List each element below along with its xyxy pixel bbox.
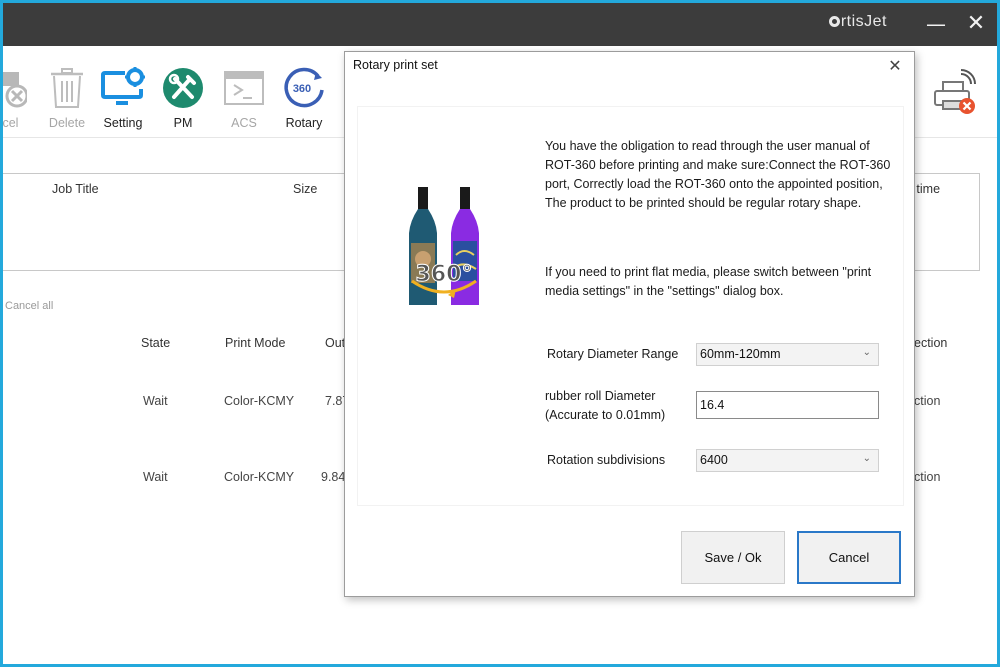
toolbar-cancel-label: ncel (3, 116, 19, 130)
rotary-print-set-dialog: Rotary print set ✕ 360° You have the obl… (344, 51, 915, 597)
toolbar-acs-button[interactable]: ACS (212, 64, 276, 130)
row-output: 9.84 (321, 470, 346, 484)
trash-icon (51, 68, 83, 108)
toolbar-pm-button[interactable]: PM (151, 64, 215, 130)
cancel-all-link[interactable]: Cancel all (5, 300, 53, 312)
dialog-close-button[interactable]: ✕ (884, 55, 906, 77)
toolbar-rotary-button[interactable]: 360 Rotary (272, 64, 336, 130)
hammer-wrench-icon (163, 68, 203, 108)
chevron-down-icon: ⌄ (862, 347, 871, 358)
column-output: Out (325, 336, 346, 350)
rubber-roll-label-line1: rubber roll Diameter (545, 389, 656, 403)
diameter-range-label: Rotary Diameter Range (547, 347, 679, 361)
column-direction: ection (914, 336, 948, 350)
row-direction: ction (914, 394, 941, 408)
diameter-range-select[interactable]: 60mm-120mm ⌄ (696, 343, 879, 366)
row-state: Wait (143, 394, 168, 408)
brand-text: rtisJet (840, 13, 887, 30)
rotation-subdivisions-select[interactable]: 6400 ⌄ (696, 449, 879, 472)
dialog-title: Rotary print set (353, 58, 438, 72)
toolbar-cancel-button[interactable]: ncel (3, 64, 39, 130)
toolbar-pm-label: PM (173, 116, 193, 130)
printer-status-button[interactable] (933, 68, 977, 116)
monitor-gear-icon (101, 67, 145, 105)
toolbar-setting-label: Setting (103, 116, 143, 130)
row-direction: ction (914, 470, 941, 484)
brand-logo: rtisJet (828, 13, 887, 31)
row-print-mode: Color-KCMY (224, 394, 295, 408)
printer-offline-icon (934, 69, 976, 114)
column-job-title[interactable]: Job Title (52, 182, 99, 196)
column-print-mode: Print Mode (225, 336, 286, 350)
toolbar-rotary-label: Rotary (285, 116, 323, 130)
rotation-subdivisions-label: Rotation subdivisions (547, 453, 666, 467)
rotation-subdivisions-value: 6400 (700, 453, 728, 467)
minimize-button[interactable]: — (921, 11, 951, 37)
chevron-down-icon: ⌄ (862, 453, 871, 464)
diameter-range-value: 60mm-120mm (700, 347, 781, 361)
rubber-roll-label-line2: (Accurate to 0.01mm) (545, 408, 666, 422)
rotary-image-label: 360° (416, 262, 473, 287)
title-bar: rtisJet — ✕ (3, 3, 997, 46)
column-size[interactable]: Size (293, 182, 317, 196)
save-ok-button[interactable]: Save / Ok (681, 531, 785, 584)
dialog-flat-media-note: If you need to print flat media, please … (545, 265, 872, 298)
rotary-360-icon: 360 (284, 67, 324, 108)
toolbar-acs-label: ACS (231, 116, 257, 130)
row-print-mode: Color-KCMY (224, 470, 295, 484)
rubber-roll-diameter-input[interactable]: 16.4 (696, 391, 879, 419)
rubber-roll-label: rubber roll Diameter (Accurate to 0.01mm… (545, 387, 665, 425)
row-state: Wait (143, 470, 168, 484)
close-button[interactable]: ✕ (961, 11, 991, 37)
rotary-bottles-image: 360° (409, 187, 479, 305)
printer-cancel-icon (3, 72, 27, 108)
dialog-content-panel: 360° You have the obligation to read thr… (357, 106, 904, 506)
dialog-instructions: You have the obligation to read through … (545, 139, 891, 210)
cancel-button[interactable]: Cancel (797, 531, 901, 584)
terminal-icon (224, 71, 264, 105)
rotary-icon-text: 360 (293, 83, 311, 95)
toolbar-delete-button[interactable]: Delete (35, 64, 99, 130)
toolbar-setting-button[interactable]: Setting (91, 64, 155, 130)
toolbar-delete-label: Delete (48, 116, 86, 130)
column-state: State (141, 336, 171, 350)
